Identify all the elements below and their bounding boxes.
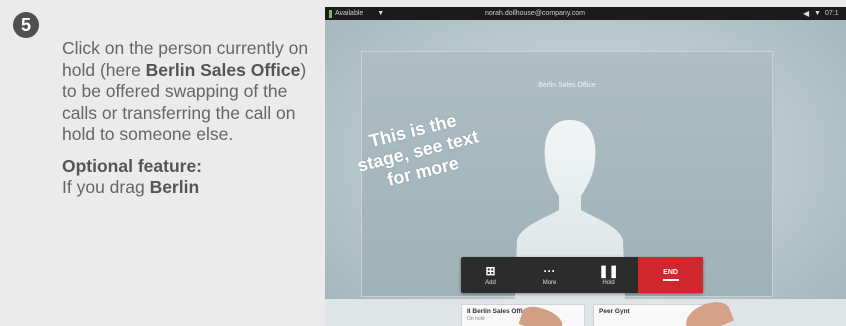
optional-feature: Optional feature: If you drag Berlin — [62, 156, 312, 199]
end-label: END — [663, 269, 678, 276]
instructions-highlight: Berlin Sales Office — [145, 59, 301, 80]
optional-feature-text: If you drag — [62, 177, 150, 197]
pause-icon: ❚❚ — [598, 263, 619, 278]
add-label: Add — [485, 279, 496, 286]
user-email: norah.dollhouse@company.com — [485, 10, 585, 17]
more-button[interactable]: ··· More — [520, 257, 579, 293]
chevron-down-icon[interactable]: ▼ — [377, 10, 384, 17]
background: Berlin Sales Office This is the stage, s… — [325, 20, 846, 326]
hold-label: Hold — [602, 279, 615, 286]
stage-participant-name: Berlin Sales Office — [538, 82, 596, 89]
instructions-text: Click on the person currently on hold (h… — [62, 38, 312, 199]
call-toolbar: ⊞ Add ··· More ❚❚ Hold END — [461, 257, 704, 293]
add-button[interactable]: ⊞ Add — [461, 257, 520, 293]
hold-button[interactable]: ❚❚ Hold — [579, 257, 638, 293]
volume-chevron-icon[interactable]: ▼ — [814, 10, 821, 17]
clock: 07:1 — [825, 10, 839, 17]
step-number-badge: 5 — [13, 12, 39, 38]
availability-status[interactable]: Available — [335, 10, 363, 17]
device-screen: Available ▼ norah.dollhouse@company.com … — [325, 7, 846, 326]
more-label: More — [542, 279, 557, 286]
more-icon: ··· — [543, 263, 556, 278]
volume-icon[interactable]: ◀ — [803, 9, 809, 18]
add-participant-icon: ⊞ — [485, 263, 496, 278]
end-call-icon — [662, 279, 679, 281]
end-call-button[interactable]: END — [638, 257, 704, 293]
status-bar: Available ▼ norah.dollhouse@company.com … — [325, 7, 846, 20]
availability-indicator — [329, 9, 332, 18]
optional-feature-highlight: Berlin — [149, 177, 200, 197]
optional-feature-title: Optional feature: — [62, 155, 203, 176]
call-list-bar: II Berlin Sales Office On hold Peer Gynt — [325, 299, 846, 326]
